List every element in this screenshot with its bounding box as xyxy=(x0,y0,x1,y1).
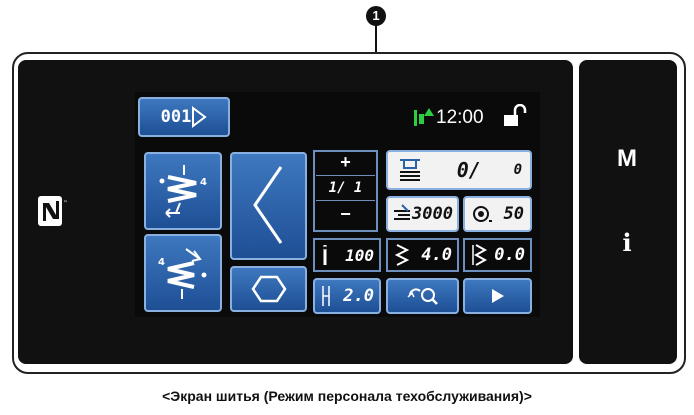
stitch-width-box[interactable]: 4.0 xyxy=(386,238,459,272)
stitch-count-icon xyxy=(473,206,492,222)
speed-value: 3000 xyxy=(412,204,453,224)
needle-stitch-value: 100 xyxy=(345,245,374,265)
mode-key[interactable]: M xyxy=(612,145,642,173)
info-key[interactable]: i xyxy=(612,228,642,257)
unlock-icon[interactable] xyxy=(502,104,528,128)
counter-plus-button[interactable]: + xyxy=(313,151,378,173)
pitch-value: 2.0 xyxy=(343,286,374,306)
speed-icon xyxy=(394,204,410,220)
led-up-arrow-icon xyxy=(424,108,434,116)
speed-button[interactable]: 3000 xyxy=(386,196,459,232)
bobbin-counter-icon xyxy=(400,159,420,181)
svg-text:4: 4 xyxy=(200,177,207,188)
search-feed-icon xyxy=(406,288,438,305)
bobbin-counter-value: 0/ xyxy=(456,158,481,182)
nfc-icon: ™ xyxy=(38,196,67,226)
stitch-count-button[interactable]: 50 xyxy=(463,196,532,232)
stitch-count-value: 50 xyxy=(503,204,524,224)
stitch-offset-box[interactable]: 0.0 xyxy=(463,238,532,272)
stitch-width-icon xyxy=(394,244,410,266)
end-reverse-stitch-button[interactable]: 4 xyxy=(144,234,222,312)
svg-text:4: 4 xyxy=(158,257,165,268)
pattern-arrow-icon xyxy=(192,106,208,128)
hexagon-icon xyxy=(250,275,287,303)
start-reverse-stitch-icon: 4 xyxy=(159,165,207,218)
pattern-number-button[interactable]: 001 xyxy=(138,97,230,137)
play-button[interactable] xyxy=(463,278,532,314)
callout-number: 1 xyxy=(372,8,380,23)
counter-minus-button[interactable]: − xyxy=(313,204,378,225)
counter-divider-top xyxy=(316,175,375,176)
start-reverse-stitch-button[interactable]: 4 xyxy=(144,152,222,230)
bobbin-counter-total: 0 xyxy=(513,162,522,178)
play-icon xyxy=(491,289,504,303)
search-feed-button[interactable] xyxy=(386,278,459,314)
figure-caption: <Экран шитья (Режим персонала техобслужи… xyxy=(162,388,532,404)
bobbin-counter-button[interactable]: 0/ 0 xyxy=(386,150,532,190)
needle-stitch-box[interactable]: 100 xyxy=(313,238,381,272)
polygon-pattern-button[interactable] xyxy=(230,266,307,312)
end-reverse-stitch-icon: 4 xyxy=(158,248,207,299)
pattern-number: 001 xyxy=(160,107,192,127)
counter-value: 1/ 1 xyxy=(328,180,363,196)
pitch-button[interactable]: 2.0 xyxy=(313,278,381,314)
zigzag-pattern-button[interactable] xyxy=(230,152,307,260)
svg-text:™: ™ xyxy=(63,200,67,207)
stitch-offset-value: 0.0 xyxy=(494,245,525,265)
callout-marker-1: 1 xyxy=(366,6,386,26)
zigzag-icon xyxy=(252,166,282,244)
pitch-icon xyxy=(322,286,330,306)
needle-icon xyxy=(323,245,327,265)
clock: 12:00 xyxy=(436,107,484,128)
stitch-offset-icon xyxy=(472,244,488,266)
stitch-width-value: 4.0 xyxy=(421,245,452,265)
right-panel xyxy=(579,60,677,364)
counter-divider-bottom xyxy=(316,200,375,201)
